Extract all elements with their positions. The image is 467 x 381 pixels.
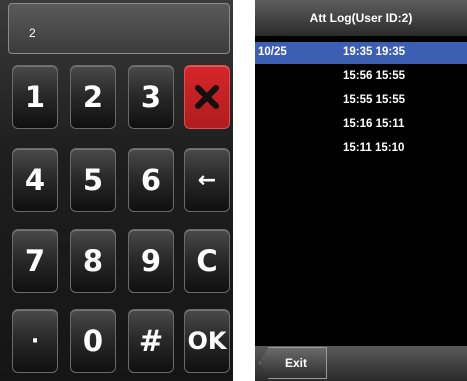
key-7[interactable]: 7: [12, 229, 58, 293]
user-id-input[interactable]: 2: [8, 3, 230, 54]
log-times: 15:56 15:55: [343, 70, 406, 82]
keypad-screen: 2 1 2 3 4 5 6 ← 7 8 9 C · 0 # OK: [0, 0, 233, 381]
key-9[interactable]: 9: [128, 229, 174, 293]
clear-button[interactable]: C: [184, 229, 230, 293]
key-5[interactable]: 5: [70, 148, 116, 212]
backspace-button[interactable]: ←: [184, 148, 230, 212]
log-row[interactable]: 10/25 19:35 19:35: [255, 42, 467, 64]
x-icon: [195, 85, 219, 109]
log-times: 15:55 15:55: [343, 94, 406, 106]
log-row[interactable]: 15:16 15:11: [255, 114, 467, 136]
exit-button[interactable]: Exit: [259, 347, 327, 379]
key-3[interactable]: 3: [128, 65, 174, 129]
key-2[interactable]: 2: [70, 65, 116, 129]
key-8[interactable]: 8: [70, 229, 116, 293]
key-6[interactable]: 6: [128, 148, 174, 212]
delete-button[interactable]: [184, 65, 230, 129]
key-4[interactable]: 4: [12, 148, 58, 212]
ok-button[interactable]: OK: [184, 309, 230, 373]
key-0[interactable]: 0: [70, 309, 116, 373]
att-log-screen: Att Log(User ID:2) 10/25 19:35 19:35 15:…: [255, 0, 467, 381]
user-id-value: 2: [29, 26, 36, 40]
key-hash[interactable]: #: [128, 309, 174, 373]
log-times: 15:16 15:11: [343, 118, 405, 130]
key-dot[interactable]: ·: [12, 309, 58, 373]
log-row[interactable]: 15:56 15:55: [255, 66, 467, 88]
log-times: 15:11 15:10: [343, 142, 405, 154]
log-times: 19:35 19:35: [343, 46, 406, 58]
log-row[interactable]: 15:55 15:55: [255, 90, 467, 112]
log-date: 10/25: [258, 46, 287, 58]
log-row[interactable]: 15:11 15:10: [255, 138, 467, 160]
key-1[interactable]: 1: [12, 65, 58, 129]
att-log-title: Att Log(User ID:2): [255, 0, 467, 36]
